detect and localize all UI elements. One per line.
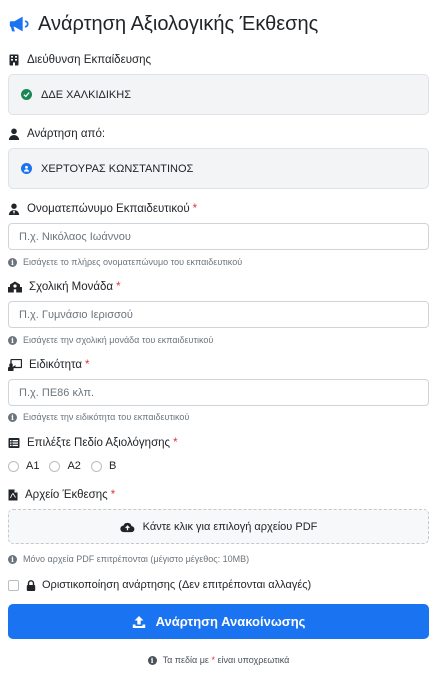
posted-by-label: Ανάρτηση από: [8,126,105,142]
page-title-text: Ανάρτηση Αξιολογικής Έκθεσης [38,12,319,35]
teacher-name-hint: i Εισάγετε το πλήρες ονοματεπώνυμο του ε… [8,256,242,268]
submit-button[interactable]: Ανάρτηση Ανακοίνωσης [8,604,429,639]
chalkboard-teacher-icon [8,359,22,371]
school-input[interactable] [8,301,429,328]
lock-icon [26,579,36,591]
radio-b[interactable]: B [90,460,116,472]
checkbox-box[interactable] [8,579,19,591]
directorate-label: Διεύθυνση Εκπαίδευσης [8,52,151,68]
evaluation-field-options: A1 A2 B [8,459,126,473]
evaluation-field-label: Επιλέξτε Πεδίο Αξιολόγησης * [8,435,178,451]
file-pdf-icon [8,489,18,501]
user-tie-icon [8,203,20,215]
list-icon [8,438,20,448]
report-file-hint: i Μόνο αρχεία PDF επιτρέπονται (μέγιστο … [8,553,249,565]
check-circle-icon [21,89,32,100]
directorate-value: ΔΔΕ ΧΑΛΚΙΔΙΚΗΣ [41,88,131,101]
radio-a2[interactable]: A2 [49,460,81,472]
page-title: Ανάρτηση Αξιολογικής Έκθεσης [8,12,318,36]
user-icon [8,128,20,140]
school-hint: i Εισάγετε την σχολική μονάδα του εκπαιδ… [8,334,213,346]
specialty-hint: i Εισάγετε την ειδικότητα του εκπαιδευτι… [8,411,189,423]
required-fields-note: i Τα πεδία με * είναι υποχρεωτικά [0,654,437,666]
upload-icon [132,615,145,628]
info-icon: i [8,257,17,267]
info-icon: i [8,412,17,422]
building-icon [9,54,19,66]
radio-circle[interactable] [49,460,61,472]
teacher-name-input[interactable] [8,223,429,250]
file-upload-dropzone[interactable]: Κάντε κλικ για επιλογή αρχείου PDF [8,509,429,544]
info-icon: i [8,554,17,564]
specialty-input[interactable] [8,379,429,406]
submit-button-label: Ανάρτηση Ανακοίνωσης [155,614,306,629]
cloud-upload-icon [119,522,135,532]
radio-circle[interactable] [90,460,102,472]
report-file-label: Αρχείο Έκθεσης * [8,487,115,503]
specialty-label: Ειδικότητα * [8,357,89,373]
radio-a1[interactable]: A1 [8,460,39,472]
directorate-field: ΔΔΕ ΧΑΛΚΙΔΙΚΗΣ [8,74,429,115]
info-icon: i [8,335,17,345]
user-circle-icon [21,163,32,174]
school-label: Σχολική Μονάδα * [8,279,121,295]
info-icon: i [147,655,157,665]
posted-by-value: ΧΕΡΤΟΥΡΑΣ ΚΩΝΣΤΑΝΤΙΝΟΣ [41,162,194,175]
finalize-checkbox[interactable]: Οριστικοποίηση ανάρτησης (Δεν επιτρέποντ… [8,578,311,592]
teacher-name-label: Ονοματεπώνυμο Εκπαιδευτικού * [8,201,197,217]
school-icon [8,281,22,293]
finalize-label: Οριστικοποίηση ανάρτησης (Δεν επιτρέποντ… [42,579,312,591]
radio-circle[interactable] [8,460,19,472]
file-upload-label: Κάντε κλικ για επιλογή αρχείου PDF [142,520,318,533]
posted-by-field: ΧΕΡΤΟΥΡΑΣ ΚΩΝΣΤΑΝΤΙΝΟΣ [8,148,429,189]
megaphone-icon [9,16,29,32]
